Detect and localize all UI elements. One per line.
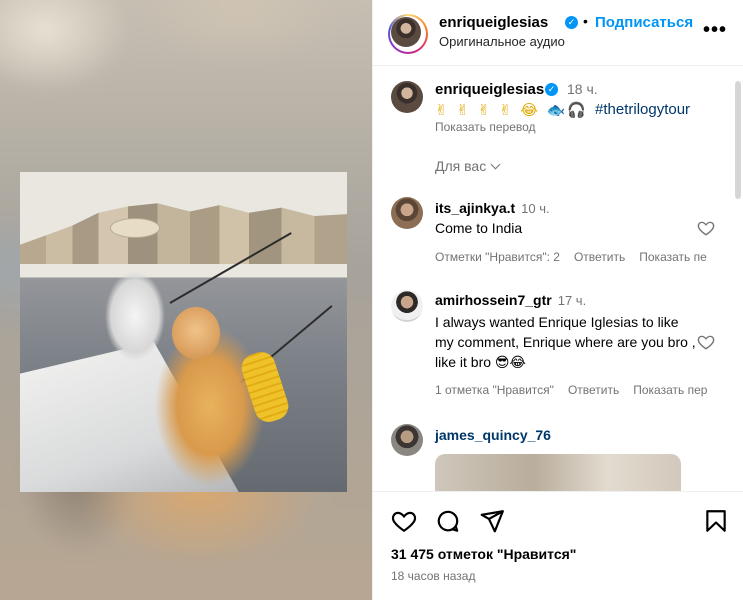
share-icon[interactable]	[479, 508, 505, 534]
comment-likes[interactable]: 1 отметка "Нравится"	[435, 383, 554, 397]
caption-emoji: ✌ ✌ ✌ ✌ 😂 🐟🎧	[435, 101, 588, 119]
caption-translate-link[interactable]: Показать перевод	[435, 120, 536, 134]
post-panel: enriqueiglesias ✓ • Подписаться Оригинал…	[372, 0, 743, 600]
scrollbar[interactable]	[735, 81, 741, 199]
comment-username[interactable]: james_quincy_76	[435, 427, 551, 443]
caption-time: 18 ч.	[567, 81, 598, 97]
audio-label[interactable]: Оригинальное аудио	[439, 34, 565, 49]
heart-icon[interactable]	[697, 333, 715, 351]
verified-badge-icon: ✓	[565, 16, 578, 29]
comment-username[interactable]: amirhossein7_gtr	[435, 292, 552, 308]
follow-button[interactable]: Подписаться	[595, 14, 693, 31]
image-hat	[110, 218, 160, 238]
post-date[interactable]: 18 часов назад	[391, 569, 475, 583]
comment-avatar[interactable]	[391, 290, 423, 322]
comment-time: 10 ч.	[521, 201, 550, 216]
post-media[interactable]	[0, 0, 372, 600]
comment-icon[interactable]	[435, 508, 461, 534]
comment-username[interactable]: its_ajinkya.t	[435, 200, 515, 216]
more-icon[interactable]: •••	[703, 19, 727, 42]
caption-hashtag[interactable]: #thetrilogytour	[595, 101, 690, 118]
comment-likes[interactable]: Отметки "Нравится": 2	[435, 250, 560, 264]
comments-feed[interactable]: enriqueiglesias ✓ 18 ч. ✌ ✌ ✌ ✌ 😂 🐟🎧 #th…	[373, 67, 743, 491]
post-image[interactable]	[20, 172, 347, 492]
for-you-dropdown[interactable]: Для вас	[435, 158, 501, 174]
image-head	[172, 307, 220, 359]
post-header: enriqueiglesias ✓ • Подписаться Оригинал…	[373, 0, 743, 66]
bookmark-icon[interactable]	[703, 508, 729, 534]
reply-button[interactable]: Ответить	[568, 383, 619, 397]
translate-link[interactable]: Показать пер	[633, 383, 707, 397]
comment-image-preview[interactable]	[435, 454, 681, 491]
verified-badge-icon: ✓	[545, 83, 558, 96]
likes-count[interactable]: 31 475 отметок "Нравится"	[391, 546, 576, 562]
comment-text: I always wanted Enrique Iglesias to like…	[435, 314, 696, 370]
comment-meta: 1 отметка "Нравится" Ответить Показать пер	[435, 383, 721, 397]
avatar[interactable]	[391, 17, 421, 47]
for-you-label: Для вас	[435, 158, 487, 174]
image-city-skyline	[20, 203, 347, 264]
caption-username[interactable]: enriqueiglesias	[435, 81, 544, 98]
comment-username-row: amirhossein7_gtr 17 ч.	[435, 292, 586, 308]
comment-avatar[interactable]	[391, 197, 423, 229]
heart-icon[interactable]	[391, 508, 417, 534]
header-username[interactable]: enriqueiglesias	[439, 14, 548, 31]
translate-link[interactable]: Показать пе	[639, 250, 707, 264]
comment-time: 17 ч.	[557, 293, 587, 308]
comment-meta: Отметки "Нравится": 2 Ответить Показать пе	[435, 250, 721, 264]
heart-icon[interactable]	[697, 219, 715, 237]
comment-avatar[interactable]	[391, 424, 423, 456]
comment-username-row: james_quincy_76	[435, 427, 551, 443]
caption-avatar[interactable]	[391, 81, 423, 113]
comment-text: Come to India	[435, 220, 523, 236]
separator-dot: •	[583, 13, 588, 29]
comment-username-row: its_ajinkya.t 10 ч.	[435, 200, 550, 216]
story-ring[interactable]	[388, 14, 428, 54]
chevron-down-icon	[490, 159, 501, 170]
action-bar: 31 475 отметок "Нравится" 18 часов назад	[373, 491, 743, 600]
reply-button[interactable]: Ответить	[574, 250, 625, 264]
